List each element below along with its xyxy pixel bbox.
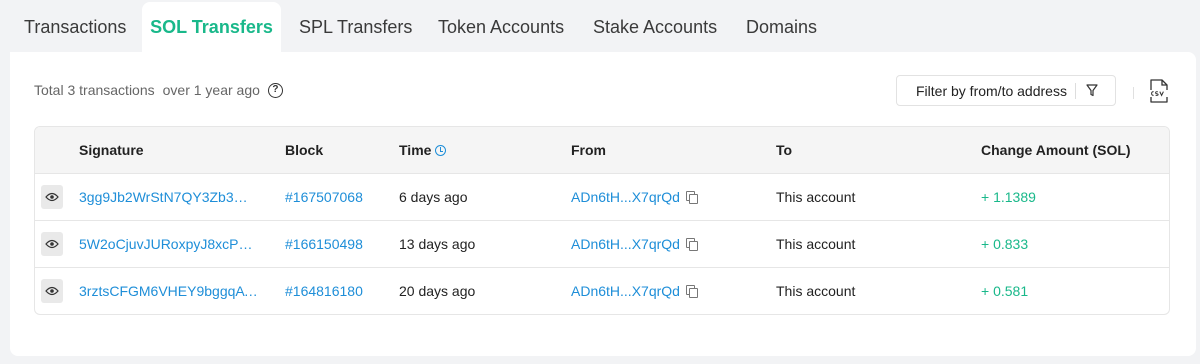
copy-icon[interactable] — [685, 237, 698, 251]
from-cell: ADn6tH...X7qrQd — [571, 221, 698, 267]
column-header-time: Time — [399, 127, 447, 173]
to-cell: This account — [776, 283, 856, 299]
eye-icon[interactable] — [41, 279, 63, 303]
column-header-change-amount: Change Amount (SOL) — [981, 142, 1131, 158]
block-link[interactable]: #167507068 — [285, 189, 363, 205]
change-amount-cell: + 1.1389 — [981, 189, 1036, 205]
block-link[interactable]: #166150498 — [285, 236, 363, 252]
eye-icon[interactable] — [41, 185, 63, 209]
column-header-from: From — [571, 142, 606, 158]
tab-stake-accounts[interactable]: Stake Accounts — [579, 2, 731, 52]
total-transactions-text: Total 3 transactions — [34, 82, 155, 98]
filter-address-button[interactable]: Filter by from/to address — [896, 75, 1116, 106]
column-header-block: Block — [285, 142, 324, 158]
change-amount-cell: + 0.833 — [981, 236, 1029, 252]
column-header-time-label: Time — [399, 142, 432, 158]
to-cell: This account — [776, 236, 856, 252]
column-header-signature: Signature — [79, 142, 144, 158]
to-cell: This account — [776, 189, 856, 205]
filter-label: Filter by from/to address — [916, 82, 1067, 99]
toolbar-divider — [1133, 87, 1134, 99]
tab-spl-transfers[interactable]: SPL Transfers — [285, 2, 426, 52]
sol-transfers-panel: Total 3 transactions over 1 year ago ? F… — [10, 52, 1196, 356]
from-address-link[interactable]: ADn6tH...X7qrQd — [571, 189, 680, 205]
table-row: 5W2oCjuvJURoxpyJ8xcP19... #166150498 13 … — [35, 220, 1169, 267]
table-row: 3gg9Jb2WrStN7QY3Zb3mu... #167507068 6 da… — [35, 173, 1169, 220]
clock-icon[interactable] — [435, 144, 447, 156]
signature-cell: 5W2oCjuvJURoxpyJ8xcP19... — [79, 221, 259, 267]
copy-icon[interactable] — [685, 190, 698, 204]
from-cell: ADn6tH...X7qrQd — [571, 174, 698, 220]
csv-export-icon[interactable] — [1149, 79, 1169, 103]
block-cell: #164816180 — [285, 268, 363, 314]
block-link[interactable]: #164816180 — [285, 283, 363, 299]
signature-link[interactable]: 3gg9Jb2WrStN7QY3Zb3mu... — [79, 189, 259, 205]
time-cell: 6 days ago — [399, 189, 468, 205]
signature-link[interactable]: 5W2oCjuvJURoxpyJ8xcP19... — [79, 236, 259, 252]
time-range-text: over 1 year ago — [162, 82, 260, 98]
eye-icon[interactable] — [41, 232, 63, 256]
block-cell: #167507068 — [285, 174, 363, 220]
change-amount-cell: + 0.581 — [981, 283, 1029, 299]
from-address-link[interactable]: ADn6tH...X7qrQd — [571, 283, 680, 299]
help-icon[interactable]: ? — [267, 82, 283, 98]
tab-bar: Transactions SOL Transfers SPL Transfers… — [0, 0, 1200, 52]
block-cell: #166150498 — [285, 221, 363, 267]
transfers-table: Signature Block Time From To Change Amou… — [34, 126, 1170, 315]
transactions-summary: Total 3 transactions over 1 year ago ? — [34, 82, 283, 98]
tab-domains[interactable]: Domains — [732, 2, 831, 52]
time-cell: 13 days ago — [399, 236, 476, 252]
filter-divider — [1075, 82, 1076, 99]
table-row: 3rztsCFGM6VHEY9bggqAT... #164816180 20 d… — [35, 267, 1169, 314]
table-header-row: Signature Block Time From To Change Amou… — [35, 127, 1169, 173]
time-cell: 20 days ago — [399, 283, 476, 299]
signature-link[interactable]: 3rztsCFGM6VHEY9bggqAT... — [79, 283, 259, 299]
tab-transactions[interactable]: Transactions — [10, 2, 140, 52]
from-address-link[interactable]: ADn6tH...X7qrQd — [571, 236, 680, 252]
from-cell: ADn6tH...X7qrQd — [571, 268, 698, 314]
signature-cell: 3gg9Jb2WrStN7QY3Zb3mu... — [79, 174, 259, 220]
copy-icon[interactable] — [685, 284, 698, 298]
tab-token-accounts[interactable]: Token Accounts — [424, 2, 578, 52]
column-header-to: To — [776, 142, 793, 158]
tab-sol-transfers[interactable]: SOL Transfers — [142, 2, 281, 52]
signature-cell: 3rztsCFGM6VHEY9bggqAT... — [79, 268, 259, 314]
filter-funnel-icon — [1085, 84, 1099, 98]
